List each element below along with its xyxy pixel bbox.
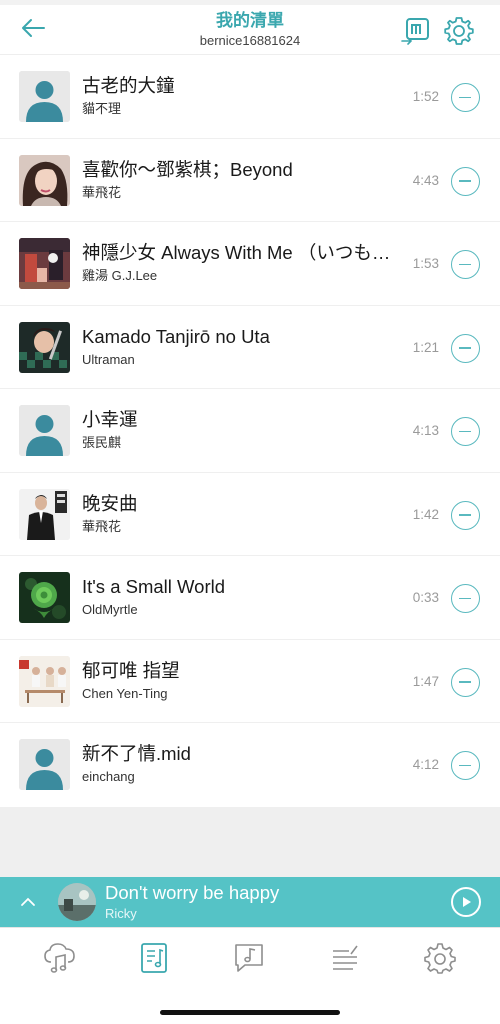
song-artist: Ultraman xyxy=(82,351,135,367)
song-artist: 華飛花 xyxy=(82,184,122,200)
song-row[interactable]: It's a Small World OldMyrtle 0:33 xyxy=(0,556,500,640)
now-playing-artist: Ricky xyxy=(105,906,137,921)
playlist-icon xyxy=(141,943,167,973)
song-row[interactable]: 郁可唯 指望 Chen Yen-Ting 1:47 xyxy=(0,640,500,723)
username-label: bernice16881624 xyxy=(199,33,301,48)
portrait-woman-art xyxy=(19,154,70,206)
song-title: 郁可唯 指望 xyxy=(82,659,180,681)
album-art xyxy=(19,655,70,707)
back-button[interactable] xyxy=(16,13,50,43)
song-duration: 4:12 xyxy=(412,757,439,772)
remove-song-button[interactable] xyxy=(451,333,480,363)
album-art xyxy=(19,321,70,373)
person-silhouette-icon xyxy=(19,405,70,456)
person-silhouette-icon xyxy=(19,739,70,790)
tab-cloud-music[interactable] xyxy=(40,940,80,976)
song-artist: 貓不理 xyxy=(82,101,122,116)
chevron-up-icon xyxy=(21,897,35,906)
song-duration: 0:33 xyxy=(412,590,439,605)
song-duration: 4:13 xyxy=(412,423,439,438)
default-artist-avatar xyxy=(19,71,70,122)
song-row[interactable]: 晚安曲 華飛花 1:42 xyxy=(0,473,500,556)
default-artist-avatar xyxy=(19,739,70,790)
expand-player-button[interactable] xyxy=(16,891,40,913)
remove-song-button[interactable] xyxy=(451,500,480,530)
settings-button[interactable] xyxy=(443,15,475,47)
anime-character-art xyxy=(19,321,70,373)
song-title: 新不了情.mid xyxy=(82,743,191,764)
song-title: 古老的大鐘 xyxy=(82,75,175,96)
song-duration: 1:52 xyxy=(412,89,439,104)
song-row[interactable]: 喜歡你～鄧紫棋；Beyond 華飛花 4:43 xyxy=(0,139,500,222)
remove-song-button[interactable] xyxy=(451,83,480,112)
play-icon xyxy=(463,897,471,907)
back-arrow-icon xyxy=(22,19,45,37)
song-artist: 張民麒 xyxy=(82,435,122,450)
album-art xyxy=(19,238,70,289)
album-art xyxy=(19,154,70,206)
page-title: 我的清單 xyxy=(216,11,284,30)
song-row[interactable]: 新不了情.mid einchang 4:12 xyxy=(0,723,500,807)
remove-song-button[interactable] xyxy=(451,417,480,446)
export-icon xyxy=(401,18,429,45)
settings-gear-icon xyxy=(424,943,456,974)
album-art xyxy=(19,488,70,540)
person-silhouette-icon xyxy=(19,71,70,122)
song-title: 晚安曲 xyxy=(82,492,138,514)
song-duration: 1:47 xyxy=(412,673,439,689)
song-duration: 1:21 xyxy=(412,339,439,355)
lyrics-icon xyxy=(333,945,358,970)
anime-poster-art xyxy=(19,238,70,289)
now-playing-thumbnail xyxy=(58,883,96,921)
list-empty-space xyxy=(0,807,500,877)
song-row[interactable]: 神隱少女 Always With Me （いつも何度でも） 雞湯 G.J.Lee… xyxy=(0,222,500,306)
song-title: 小幸運 xyxy=(82,409,138,430)
song-artist: Chen Yen-Ting xyxy=(82,685,168,701)
song-artist: einchang xyxy=(82,769,135,784)
cloud-music-icon xyxy=(44,943,75,973)
song-title: It's a Small World xyxy=(82,576,226,597)
tab-playlist[interactable] xyxy=(134,940,174,976)
header-title-block: 我的清單 bernice16881624 xyxy=(120,11,380,49)
song-row[interactable]: 古老的大鐘 貓不理 1:52 xyxy=(0,55,500,139)
remove-song-button[interactable] xyxy=(451,751,480,780)
remove-song-button[interactable] xyxy=(451,166,480,196)
song-duration: 4:43 xyxy=(412,172,439,188)
remove-song-button[interactable] xyxy=(451,667,480,697)
song-title: 喜歡你～鄧紫棋；Beyond xyxy=(82,158,293,180)
song-row[interactable]: Kamado Tanjirō no Uta Ultraman 1:21 xyxy=(0,306,500,389)
tab-settings[interactable] xyxy=(420,940,460,976)
song-artist: 雞湯 G.J.Lee xyxy=(82,268,158,283)
music-chat-icon xyxy=(235,944,263,972)
song-row[interactable]: 小幸運 張民麒 4:13 xyxy=(0,389,500,473)
album-art xyxy=(19,572,70,623)
tab-lyrics[interactable] xyxy=(325,940,365,976)
suit-man-art xyxy=(19,488,70,540)
remove-song-button[interactable] xyxy=(451,250,480,279)
song-duration: 1:53 xyxy=(412,256,439,271)
song-title: Kamado Tanjirō no Uta xyxy=(82,325,270,347)
song-title: 神隱少女 Always With Me （いつも何度でも） xyxy=(82,242,397,263)
now-playing-art xyxy=(58,883,96,921)
default-artist-avatar xyxy=(19,405,70,456)
play-button[interactable] xyxy=(451,887,481,917)
bottom-tab-bar xyxy=(0,927,500,1024)
song-artist: 華飛花 xyxy=(82,518,122,534)
playlist-song-list: 古老的大鐘 貓不理 1:52 喜歡你～鄧紫棋；Beyond 華飛花 4:43 神… xyxy=(0,55,500,807)
song-artist: OldMyrtle xyxy=(82,602,138,617)
app-header: 我的清單 bernice16881624 xyxy=(0,5,500,55)
home-indicator xyxy=(160,1010,340,1015)
gear-icon xyxy=(444,17,474,45)
tab-music-chat[interactable] xyxy=(229,940,269,976)
export-playlist-button[interactable] xyxy=(400,15,432,47)
remove-song-button[interactable] xyxy=(451,584,480,613)
now-playing-bar[interactable]: Don't worry be happy Ricky xyxy=(0,877,500,927)
song-duration: 1:42 xyxy=(412,506,439,522)
green-rose-art xyxy=(19,572,70,623)
now-playing-title: Don't worry be happy xyxy=(105,882,280,903)
group-photo-art xyxy=(19,655,70,707)
